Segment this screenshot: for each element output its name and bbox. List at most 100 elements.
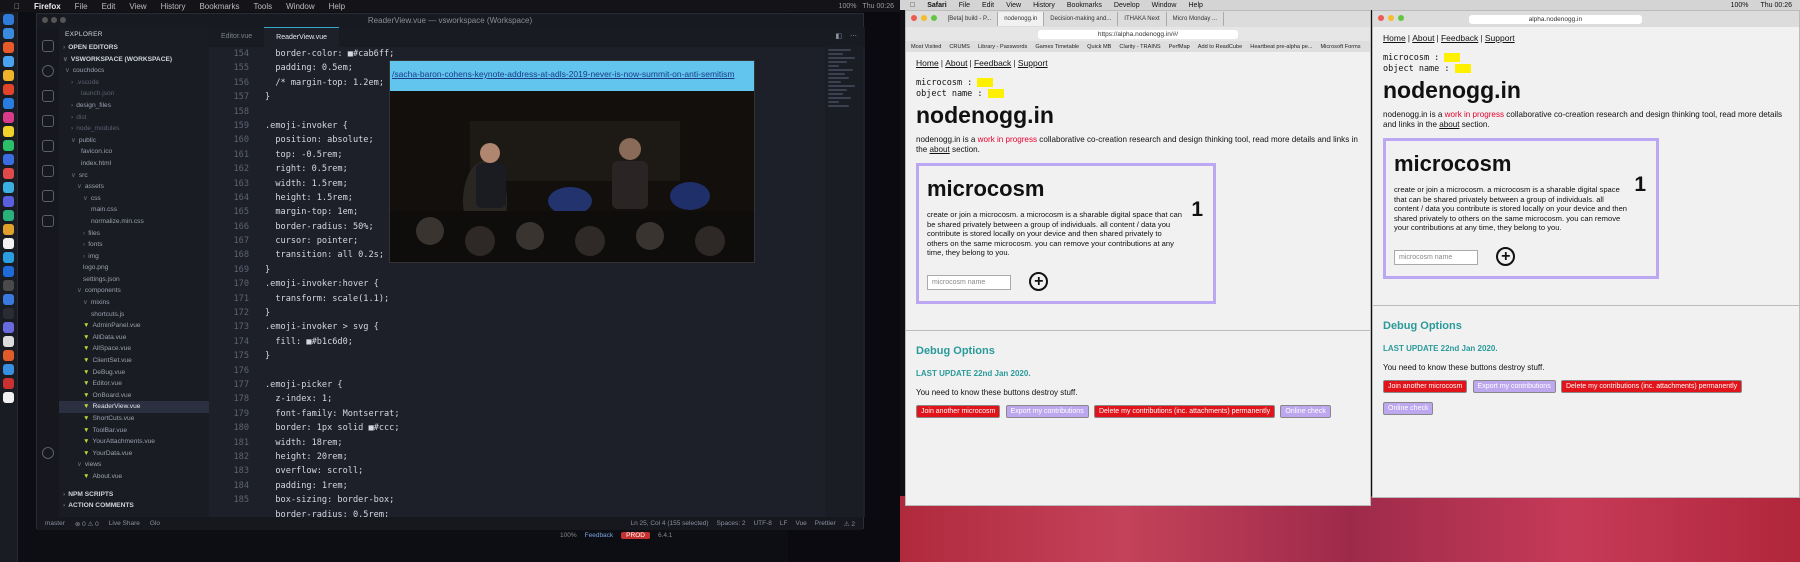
about-link[interactable]: about xyxy=(930,145,950,154)
bookmark-item[interactable]: CRUMS xyxy=(949,44,970,50)
app-icon[interactable] xyxy=(3,70,14,81)
indentation[interactable]: Spaces: 2 xyxy=(717,520,746,527)
file-tree-item[interactable]: shortcuts.js xyxy=(59,309,209,321)
bookmark-item[interactable]: PerfMap xyxy=(1169,44,1190,50)
open-editors-section[interactable]: › OPEN EDITORS xyxy=(59,42,209,54)
app-icon[interactable] xyxy=(3,378,14,389)
more-actions-icon[interactable]: ⋯ xyxy=(850,32,857,42)
bookmark-item[interactable]: Microsoft Forms xyxy=(1320,44,1360,50)
app-icon[interactable] xyxy=(3,196,14,207)
file-tree-item[interactable]: ▼ AdminPanel.vue xyxy=(59,320,209,332)
url-field[interactable]: alpha.nodenogg.in xyxy=(1468,14,1643,24)
browser-tab-active[interactable]: nodenogg.in xyxy=(998,12,1045,26)
menubar-clock[interactable]: Thu 00:26 xyxy=(862,3,894,10)
file-tree-item[interactable]: main.css xyxy=(59,204,209,216)
workspace-section[interactable]: ∨ VSWORKSPACE (WORKSPACE) xyxy=(59,54,209,66)
browser-tab[interactable]: [Beta] build - P... xyxy=(942,12,999,26)
export-contributions-button[interactable]: Export my contributions xyxy=(1005,404,1089,418)
close-window-button[interactable] xyxy=(1378,15,1384,21)
problems-count[interactable]: ⊗ 0 ⚠ 0 xyxy=(75,520,99,528)
browser-tab[interactable]: Decision-making and... xyxy=(1044,12,1119,26)
safari-menu-bookmarks[interactable]: Bookmarks xyxy=(1067,2,1102,9)
menubar-app-name[interactable]: Firefox xyxy=(34,2,61,11)
safari-battery[interactable]: 100% xyxy=(1731,2,1749,9)
app-icon[interactable] xyxy=(3,350,14,361)
file-tree-item[interactable]: ▼ ReaderView.vue xyxy=(59,401,209,413)
app-icon[interactable] xyxy=(3,238,14,249)
line-ending[interactable]: LF xyxy=(780,520,788,527)
bookmark-item[interactable]: Heartbeat pre-alpha pe... xyxy=(1250,44,1312,50)
battery-indicator[interactable]: 100% xyxy=(839,3,857,10)
app-icon[interactable] xyxy=(3,84,14,95)
url-field[interactable]: https://alpha.nodenogg.in/#/ xyxy=(1037,29,1239,39)
app-icon[interactable] xyxy=(3,140,14,151)
nav-about[interactable]: About xyxy=(1412,33,1434,43)
notification-count[interactable]: ⚠ 2 xyxy=(844,520,855,528)
delete-contributions-button[interactable]: Delete my contributions (inc. attachment… xyxy=(1560,379,1743,393)
file-tree-item[interactable]: favicon.ico xyxy=(59,146,209,158)
video-link[interactable]: /sacha-baron-cohens-keynote-address-at-a… xyxy=(390,61,754,91)
online-check-button[interactable]: Online check xyxy=(1280,404,1331,418)
apple-icon[interactable]:  xyxy=(910,2,915,9)
menubar-file[interactable]: File xyxy=(75,2,88,11)
menubar-view[interactable]: View xyxy=(129,2,146,11)
formatter-status[interactable]: Prettier xyxy=(815,520,836,527)
delete-contributions-button[interactable]: Delete my contributions (inc. attachment… xyxy=(1093,404,1276,418)
cursor-position[interactable]: Ln 25, Col 4 (155 selected) xyxy=(630,520,708,527)
bookmark-item[interactable]: Games Timetable xyxy=(1035,44,1079,50)
minimize-window-button[interactable] xyxy=(51,17,57,23)
app-icon[interactable] xyxy=(3,280,14,291)
explorer-icon[interactable] xyxy=(42,40,54,52)
safari-app-name[interactable]: Safari xyxy=(927,2,946,9)
npm-scripts-section[interactable]: › NPM SCRIPTS xyxy=(59,489,209,501)
file-tree-item[interactable]: index.html xyxy=(59,158,209,170)
safari-menu-history[interactable]: History xyxy=(1033,2,1055,9)
file-tree-item[interactable]: settings.json xyxy=(59,274,209,286)
microcosm-name-input[interactable]: microcosm name xyxy=(1394,249,1478,265)
file-tree-item[interactable]: › design_files xyxy=(59,100,209,112)
remote-explorer-icon[interactable] xyxy=(42,165,54,177)
zoom-level[interactable]: 100% xyxy=(560,532,577,539)
pip-video-player[interactable]: /sacha-baron-cohens-keynote-address-at-a… xyxy=(389,60,755,263)
file-tree-item[interactable]: ▼ AllData.vue xyxy=(59,332,209,344)
close-window-button[interactable] xyxy=(42,17,48,23)
app-icon[interactable] xyxy=(3,364,14,375)
file-tree-item[interactable]: ∨ couchdocs xyxy=(59,65,209,77)
app-icon[interactable] xyxy=(3,112,14,123)
file-tree-item[interactable]: ∨ views xyxy=(59,459,209,471)
safari-menu-develop[interactable]: Develop xyxy=(1114,2,1140,9)
file-tree-item[interactable]: ∨ components xyxy=(59,285,209,297)
debug-icon[interactable] xyxy=(42,115,54,127)
nav-home[interactable]: Home xyxy=(1383,33,1406,43)
join-microcosm-button[interactable]: Join another microcosm xyxy=(1383,379,1468,393)
app-icon[interactable] xyxy=(3,322,14,333)
bookmark-item[interactable]: Most Visited xyxy=(911,44,941,50)
gear-icon[interactable] xyxy=(42,447,54,459)
app-icon[interactable] xyxy=(3,126,14,137)
folder-icon[interactable] xyxy=(42,215,54,227)
file-tree-item[interactable]: › fonts xyxy=(59,239,209,251)
git-branch[interactable]: master xyxy=(45,520,65,527)
nav-feedback[interactable]: Feedback xyxy=(974,58,1011,68)
app-icon[interactable] xyxy=(3,56,14,67)
file-tree-item[interactable]: ▼ ShortCuts.vue xyxy=(59,413,209,425)
app-icon[interactable] xyxy=(3,266,14,277)
app-icon[interactable] xyxy=(3,154,14,165)
safari-menu-edit[interactable]: Edit xyxy=(982,2,994,9)
app-icon[interactable] xyxy=(3,224,14,235)
file-tree-item[interactable]: ▼ YourData.vue xyxy=(59,448,209,460)
zoom-window-button[interactable] xyxy=(1397,15,1404,21)
about-link[interactable]: about xyxy=(1439,120,1459,129)
menubar-tools[interactable]: Tools xyxy=(253,2,272,11)
bookmark-item[interactable]: Add to ReadCube xyxy=(1198,44,1242,50)
bookmark-item[interactable]: Clarity - TRAINS xyxy=(1119,44,1160,50)
file-tree-item[interactable]: › .vscode xyxy=(59,77,209,89)
safari-menu-window[interactable]: Window xyxy=(1152,2,1177,9)
finder-icon[interactable] xyxy=(3,14,14,25)
search-icon[interactable] xyxy=(42,65,54,77)
tab-editor-vue[interactable]: Editor.vue xyxy=(209,27,264,47)
bookmark-item[interactable]: Quick MB xyxy=(1087,44,1111,50)
zoom-window-button[interactable] xyxy=(930,15,937,21)
file-tree-item[interactable]: normalize.min.css xyxy=(59,216,209,228)
file-tree-item[interactable]: ▼ ClientSet.vue xyxy=(59,355,209,367)
